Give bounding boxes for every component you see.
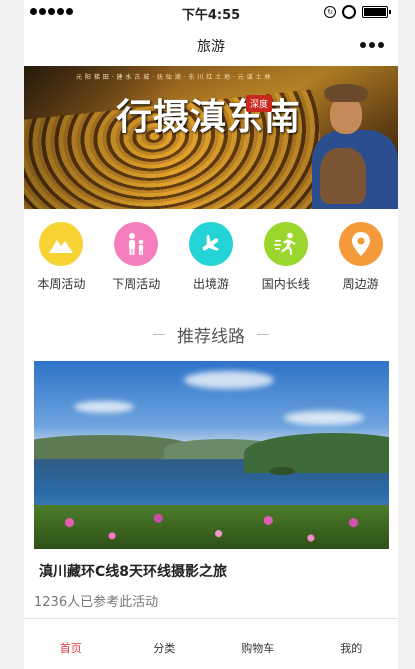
mountain-icon [39,222,84,266]
section-header: 推荐线路 [24,322,398,347]
category-label: 出境游 [192,277,229,291]
category-label: 本周活动 [37,277,86,291]
more-options-icon[interactable] [360,42,384,48]
category-nearby[interactable]: 周边游 [323,222,398,302]
family-icon [114,222,159,266]
banner-person-image [312,84,398,209]
banner-carousel[interactable]: 元 阳 梯 田 · 建 水 古 城 · 抚 仙 湖 · 东 川 红 土 地 · … [24,66,398,209]
banner-stamp: 深度 [246,95,273,112]
flowers-foreground [34,505,389,549]
category-domestic-long[interactable]: 国内长线 [248,222,323,302]
status-icons: ↻ [324,5,391,19]
runner-icon [263,222,308,266]
banner-title: 行摄滇东南 [116,96,302,138]
dog-image [320,148,366,204]
tab-bar: 首页 分类 购物车 我的 [24,618,398,669]
battery-icon [362,6,391,18]
category-label: 下周活动 [112,277,161,291]
page-title: 旅游 [197,39,225,55]
featured-route-title[interactable]: 滇川藏环C线8天环线摄影之旅 [39,561,227,581]
category-this-week[interactable]: 本周活动 [24,222,99,302]
alarm-icon [342,5,356,19]
tab-categories[interactable]: 分类 [118,619,212,669]
rotation-lock-icon: ↻ [324,6,336,18]
category-label: 国内长线 [261,277,310,291]
category-outbound[interactable]: 出境游 [174,222,249,302]
nav-bar: 旅游 [24,24,398,66]
divider [257,334,269,335]
status-bar: 下午4:55 ↻ [24,0,398,24]
featured-route-image[interactable] [34,361,389,549]
airplane-icon [188,222,233,266]
tab-cart[interactable]: 购物车 [211,619,305,669]
participant-count: 1236人已参考此活动 [34,595,159,610]
section-title: 推荐线路 [177,327,245,347]
location-pin-icon [338,222,383,266]
category-row: 本周活动 下周活动 出境游 国内长线 周边游 [24,222,398,302]
banner-subtitle: 元 阳 梯 田 · 建 水 古 城 · 抚 仙 湖 · 东 川 红 土 地 · … [76,74,271,81]
tab-me[interactable]: 我的 [305,619,399,669]
divider [153,334,165,335]
tab-home[interactable]: 首页 [24,619,118,669]
category-next-week[interactable]: 下周活动 [99,222,174,302]
category-label: 周边游 [342,277,379,291]
phone-screen: 下午4:55 ↻ 旅游 元 阳 梯 田 · 建 水 古 城 · 抚 仙 湖 · … [24,0,398,669]
